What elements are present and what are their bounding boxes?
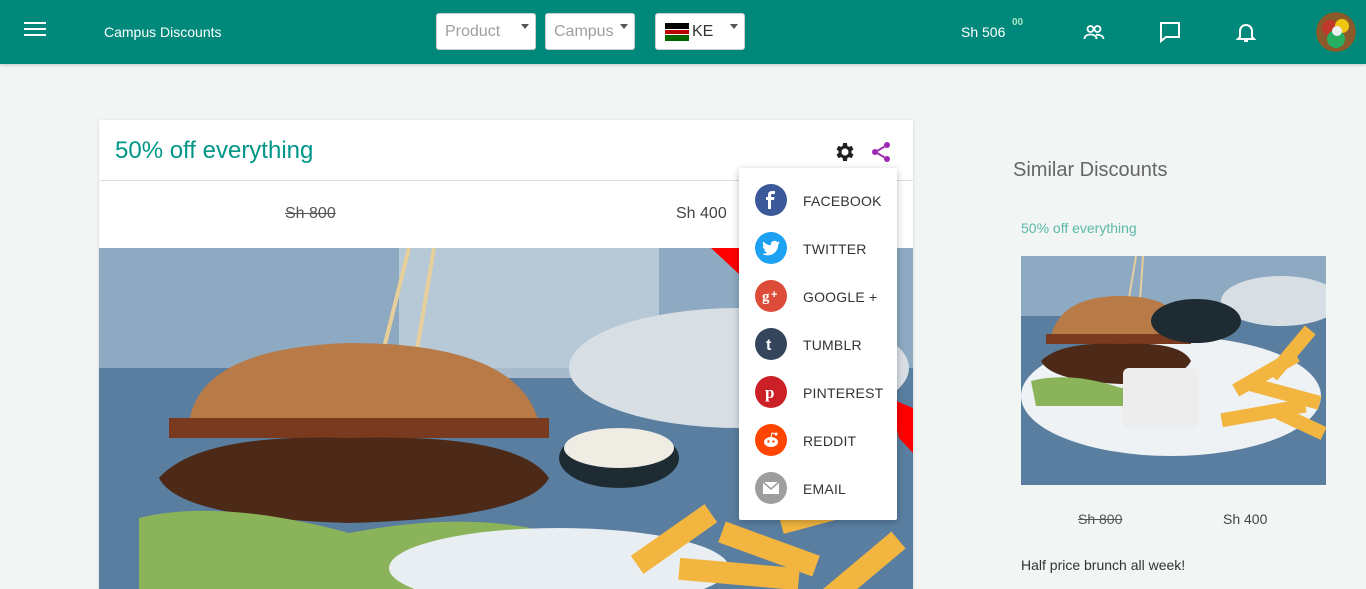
campus-select[interactable]: Campus [545,13,635,50]
share-google-plus[interactable]: g + GOOGLE + [739,280,897,328]
reddit-icon [755,424,787,456]
new-price: Sh 400 [676,205,727,222]
svg-text:+: + [771,289,777,301]
balance-amount: Sh 506 [961,24,1006,40]
share-twitter-label: TWITTER [803,241,867,257]
people-icon[interactable] [1082,20,1106,44]
menu-icon[interactable] [24,22,46,42]
card-title: 50% off everything [115,137,314,164]
share-facebook-label: FACEBOOK [803,193,882,209]
similar-description: Half price brunch all week! [1021,557,1186,573]
twitter-icon [755,232,787,264]
facebook-icon [755,184,787,216]
svg-text:g: g [762,289,770,305]
campus-select-label: Campus [554,23,614,40]
balance-cents: 00 [1012,17,1024,28]
share-facebook[interactable]: FACEBOOK [739,184,897,232]
old-price: Sh 800 [285,205,336,222]
email-icon [755,472,787,504]
similar-new-price: Sh 400 [1223,511,1268,527]
share-menu: FACEBOOK TWITTER g + GOOGLE + t TUMBLR p … [739,168,897,520]
svg-text:p: p [765,383,774,402]
product-select-label: Product [445,23,501,40]
svg-text:t: t [766,337,772,354]
share-pinterest[interactable]: p PINTEREST [739,376,897,424]
share-email-label: EMAIL [803,481,847,497]
product-select[interactable]: Product [436,13,536,50]
tumblr-icon: t [755,328,787,360]
chevron-down-icon [521,24,529,29]
share-pinterest-label: PINTEREST [803,385,884,401]
gear-icon[interactable] [833,140,857,164]
chevron-down-icon [620,24,628,29]
country-select[interactable]: KE [655,13,745,50]
top-app-bar: Campus Discounts Product Campus KE Sh 50… [0,0,1366,64]
share-reddit[interactable]: REDDIT [739,424,897,472]
share-tumblr[interactable]: t TUMBLR [739,328,897,376]
share-tumblr-label: TUMBLR [803,337,862,353]
country-select-label: KE [692,23,714,40]
share-email[interactable]: EMAIL [739,472,897,520]
avatar[interactable] [1316,12,1356,52]
share-icon[interactable] [869,140,893,164]
bell-icon[interactable] [1234,20,1258,44]
chevron-down-icon [730,24,738,29]
chat-icon[interactable] [1158,20,1182,44]
google-plus-icon: g + [755,280,787,312]
share-google-plus-label: GOOGLE + [803,289,878,305]
similar-item-title[interactable]: 50% off everything [1021,220,1137,236]
pinterest-icon: p [755,376,787,408]
share-reddit-label: REDDIT [803,433,857,449]
kenya-flag-icon [665,23,689,41]
similar-discounts-heading: Similar Discounts [1013,159,1168,181]
app-title[interactable]: Campus Discounts [104,24,222,40]
similar-item-image[interactable] [1021,255,1341,485]
similar-old-price: Sh 800 [1078,511,1123,527]
share-twitter[interactable]: TWITTER [739,232,897,280]
